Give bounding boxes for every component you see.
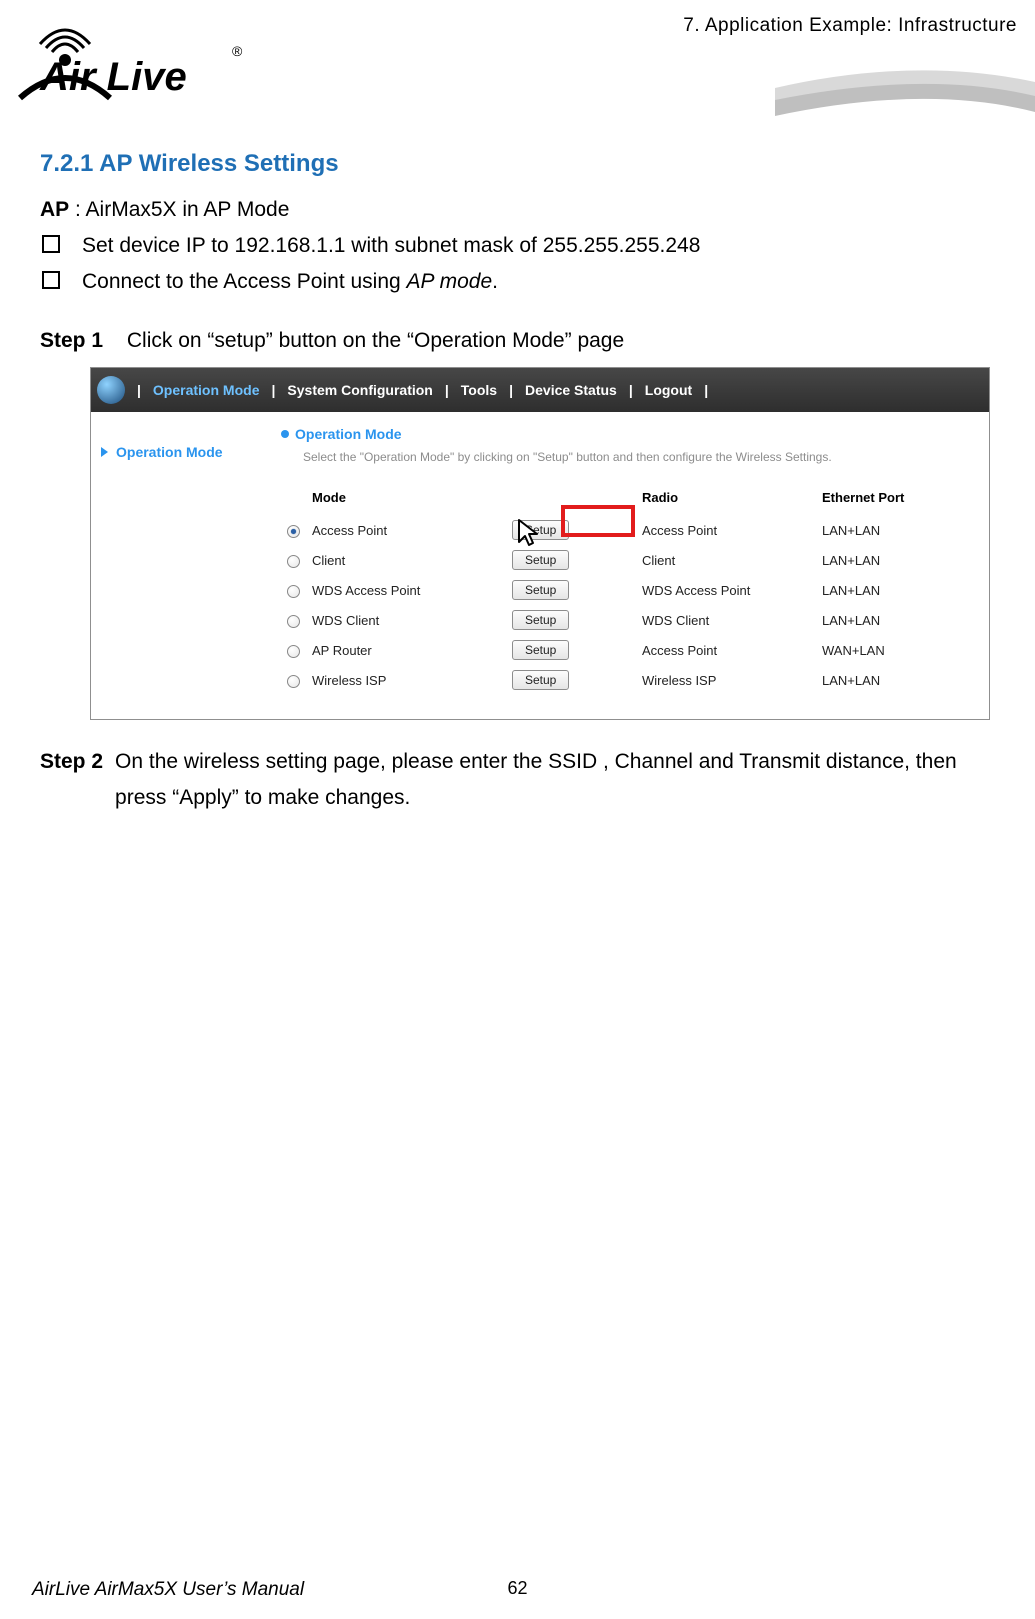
nav-item-device-status[interactable]: Device Status [519,382,623,398]
col-mode: Mode [306,486,506,515]
checklist-item: Connect to the Access Point using AP mod… [40,264,1005,300]
highlight-box [561,505,635,537]
eth-col: LAN+LAN [816,665,971,695]
nav-item-operation-mode[interactable]: Operation Mode [147,382,266,398]
manual-title: AirLive AirMax5X User’s Manual [32,1579,304,1601]
mode-name: Wireless ISP [306,665,506,695]
dot-icon [281,430,289,438]
nav-separator: | [698,382,714,398]
nav-item-system-configuration[interactable]: System Configuration [281,382,438,398]
mode-radio[interactable] [287,585,300,598]
radio-col: WDS Access Point [636,575,816,605]
checklist-text-lead: Connect to the Access Point using [82,270,407,293]
svg-text:®: ® [232,43,243,59]
step1-line: Step 1 Click on “setup” button on the “O… [40,329,1005,353]
eth-col: LAN+LAN [816,515,971,545]
mode-name: AP Router [306,635,506,665]
radio-col: Wireless ISP [636,665,816,695]
setup-button[interactable]: Setup [512,580,569,600]
table-row: WDS Client Setup WDS Client LAN+LAN [281,605,971,635]
nav-separator: | [439,382,455,398]
radio-col: Client [636,545,816,575]
mode-name: Access Point [306,515,506,545]
step2-text: On the wireless setting page, please ent… [115,744,1005,815]
step2-line: Step 2 On the wireless setting page, ple… [40,744,1005,815]
checklist-text: Set device IP to 192.168.1.1 with subnet… [82,228,700,264]
setup-button[interactable]: Setup [512,550,569,570]
eth-col: WAN+LAN [816,635,971,665]
mode-radio[interactable] [287,525,300,538]
ap-desc: : AirMax5X in AP Mode [69,198,289,221]
checklist-text: Connect to the Access Point using AP mod… [82,264,498,300]
col-radio: Radio [636,486,816,515]
checkbox-icon [42,235,60,253]
chapter-header: 7. Application Example: Infrastructure [683,15,1017,37]
radio-col: Access Point [636,515,816,545]
panel-title-text: Operation Mode [295,426,402,442]
brand-logo: Air Live ® [10,10,250,107]
nav-separator: | [265,382,281,398]
radio-col: Access Point [636,635,816,665]
setup-button[interactable]: Setup [512,640,569,660]
radio-col: WDS Client [636,605,816,635]
ap-label: AP [40,198,69,221]
setup-button[interactable]: Setup [512,670,569,690]
nav-separator: | [623,382,639,398]
page-footer: 62 AirLive AirMax5X User’s Manual [0,1578,1035,1599]
table-row: Client Setup Client LAN+LAN [281,545,971,575]
checklist-text-italic: AP mode [407,270,493,293]
shot-sidebar: Operation Mode [91,412,263,719]
checkbox-icon [42,271,60,289]
embedded-screenshot: | Operation Mode | System Configuration … [90,367,990,720]
nav-separator: | [503,382,519,398]
mode-radio[interactable] [287,675,300,688]
table-row: WDS Access Point Setup WDS Access Point … [281,575,971,605]
checklist-text-tail: . [492,270,498,293]
step1-label: Step 1 [40,329,103,352]
triangle-icon [101,447,108,457]
eth-col: LAN+LAN [816,605,971,635]
step1-text: Click on “setup” button on the “Operatio… [127,329,624,352]
mode-radio[interactable] [287,645,300,658]
eth-col: LAN+LAN [816,575,971,605]
mode-radio[interactable] [287,555,300,568]
mode-name: Client [306,545,506,575]
eth-col: LAN+LAN [816,545,971,575]
mode-radio[interactable] [287,615,300,628]
setup-button[interactable]: Setup [512,610,569,630]
section-heading: 7.2.1 AP Wireless Settings [40,150,1005,178]
nav-item-tools[interactable]: Tools [455,382,503,398]
globe-icon [97,376,125,404]
logo-text: Air Live [39,55,187,99]
shot-nav-bar: | Operation Mode | System Configuration … [91,368,989,412]
step2-label: Step 2 [40,744,103,815]
panel-description: Select the "Operation Mode" by clicking … [303,450,971,464]
decorative-swoosh [775,60,1035,110]
mode-name: WDS Client [306,605,506,635]
sidebar-item-label: Operation Mode [116,444,223,460]
ap-line: AP : AirMax5X in AP Mode [40,198,1005,222]
nav-separator: | [131,382,147,398]
col-eth: Ethernet Port [816,486,971,515]
table-row: Wireless ISP Setup Wireless ISP LAN+LAN [281,665,971,695]
checklist-item: Set device IP to 192.168.1.1 with subnet… [40,228,1005,264]
panel-title: Operation Mode [281,426,971,442]
sidebar-item-operation-mode[interactable]: Operation Mode [91,440,263,464]
nav-item-logout[interactable]: Logout [639,382,698,398]
mode-name: WDS Access Point [306,575,506,605]
table-row: AP Router Setup Access Point WAN+LAN [281,635,971,665]
